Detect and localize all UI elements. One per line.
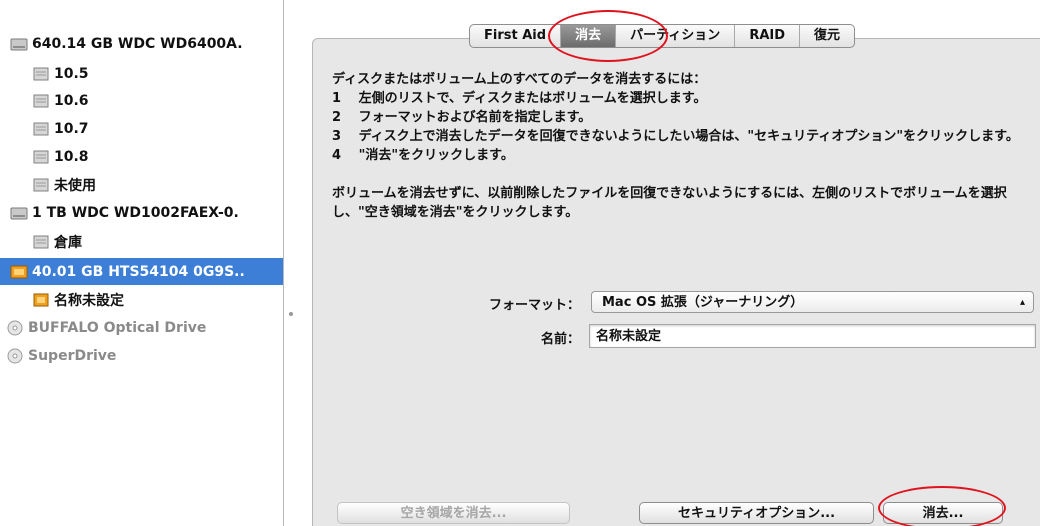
disk-utility-window: 640.14 GB WDC WD6400A. 10.5 10.6 10.7 10… xyxy=(0,0,1040,526)
name-label: 名前： xyxy=(540,332,580,347)
sidebar-item-label: 10.8 xyxy=(54,149,89,165)
free-space-instructions: ボリュームを消去せずに、以前削除したファイルを回復できないようにするには、左側の… xyxy=(332,186,1007,220)
tab-partition[interactable]: パーティション xyxy=(616,25,736,47)
sidebar-item-volume-unused[interactable]: 未使用 xyxy=(0,172,283,198)
format-label: フォーマット： xyxy=(488,298,580,313)
external-volume-icon xyxy=(33,293,49,307)
name-field[interactable]: 名称未設定 xyxy=(589,324,1036,348)
sidebar-item-label: 40.01 GB HTS54104 0G9S.. xyxy=(32,263,245,280)
sidebar-item-label: 640.14 GB WDC WD6400A. xyxy=(32,36,243,52)
sidebar-item-label: 名称未設定 xyxy=(54,293,124,309)
sidebar-item-label: 10.6 xyxy=(54,93,89,109)
hard-disk-icon xyxy=(10,207,28,220)
format-select[interactable]: Mac OS 拡張（ジャーナリング） ▴︎ xyxy=(591,291,1034,313)
volume-icon xyxy=(33,150,49,164)
erase-free-space-button[interactable]: 空き領域を消去... xyxy=(337,502,570,524)
sidebar-item-disk-1tb[interactable]: 1 TB WDC WD1002FAEX-0. xyxy=(0,200,283,226)
volume-icon xyxy=(33,178,49,192)
erase-button[interactable]: 消去... xyxy=(883,502,1003,524)
sidebar-item-label: 未使用 xyxy=(54,178,96,194)
sidebar-item-superdrive[interactable]: SuperDrive xyxy=(0,343,283,369)
instruction-heading: ディスクまたはボリューム上のすべてのデータを消去するには： xyxy=(332,72,707,87)
volume-icon xyxy=(33,235,49,249)
sidebar-item-volume-10-8[interactable]: 10.8 xyxy=(0,144,283,170)
sidebar-item-label: 倉庫 xyxy=(54,235,82,251)
instruction-step: 3 ディスク上で消去したデータを回復できないようにしたい場合は、"セキュリティオ… xyxy=(332,129,1019,144)
hard-disk-icon xyxy=(10,38,28,51)
sidebar-item-disk-40gb[interactable]: 40.01 GB HTS54104 0G9S.. xyxy=(0,258,283,285)
external-disk-icon xyxy=(10,265,28,278)
tab-erase[interactable]: 消去 xyxy=(561,25,617,47)
volume-icon xyxy=(33,67,49,81)
sidebar-item-volume-10-5[interactable]: 10.5 xyxy=(0,61,283,87)
sidebar-item-label: BUFFALO Optical Drive xyxy=(28,320,207,336)
stepper-arrows-icon: ▴︎ xyxy=(1019,297,1025,308)
tab-first-aid[interactable]: First Aid xyxy=(470,25,562,47)
security-options-button[interactable]: セキュリティオプション... xyxy=(639,502,874,524)
optical-drive-icon xyxy=(7,348,23,364)
sidebar-item-volume-warehouse[interactable]: 倉庫 xyxy=(0,229,283,255)
sidebar-item-label: 1 TB WDC WD1002FAEX-0. xyxy=(32,205,239,221)
instruction-step: 2 フォーマットおよび名前を指定します。 xyxy=(332,110,592,125)
tab-raid[interactable]: RAID xyxy=(735,25,801,47)
splitter-handle[interactable] xyxy=(289,312,293,316)
format-select-value: Mac OS 拡張（ジャーナリング） xyxy=(602,295,804,310)
sidebar-item-volume-10-6[interactable]: 10.6 xyxy=(0,88,283,114)
instruction-step: 4 "消去"をクリックします。 xyxy=(332,148,514,163)
tab-restore[interactable]: 復元 xyxy=(800,25,854,47)
instruction-step: 1 左側のリストで、ディスクまたはボリュームを選択します。 xyxy=(332,91,707,106)
sidebar-item-volume-untitled[interactable]: 名称未設定 xyxy=(0,287,283,313)
erase-instructions: ディスクまたはボリューム上のすべてのデータを消去するには： 1 左側のリストで、… xyxy=(332,70,1032,222)
sidebar-item-label: 10.7 xyxy=(54,121,89,137)
volume-icon xyxy=(33,122,49,136)
sidebar-item-disk-640gb[interactable]: 640.14 GB WDC WD6400A. xyxy=(0,31,283,57)
sidebar-item-label: 10.5 xyxy=(54,66,89,82)
volume-icon xyxy=(33,94,49,108)
sidebar-item-label: SuperDrive xyxy=(28,348,117,364)
sidebar-item-buffalo-optical[interactable]: BUFFALO Optical Drive xyxy=(0,315,283,341)
sidebar-item-volume-10-7[interactable]: 10.7 xyxy=(0,116,283,142)
optical-drive-icon xyxy=(7,320,23,336)
tab-bar: First Aid 消去 パーティション RAID 復元 xyxy=(469,24,856,48)
disk-list-sidebar: 640.14 GB WDC WD6400A. 10.5 10.6 10.7 10… xyxy=(0,0,284,526)
